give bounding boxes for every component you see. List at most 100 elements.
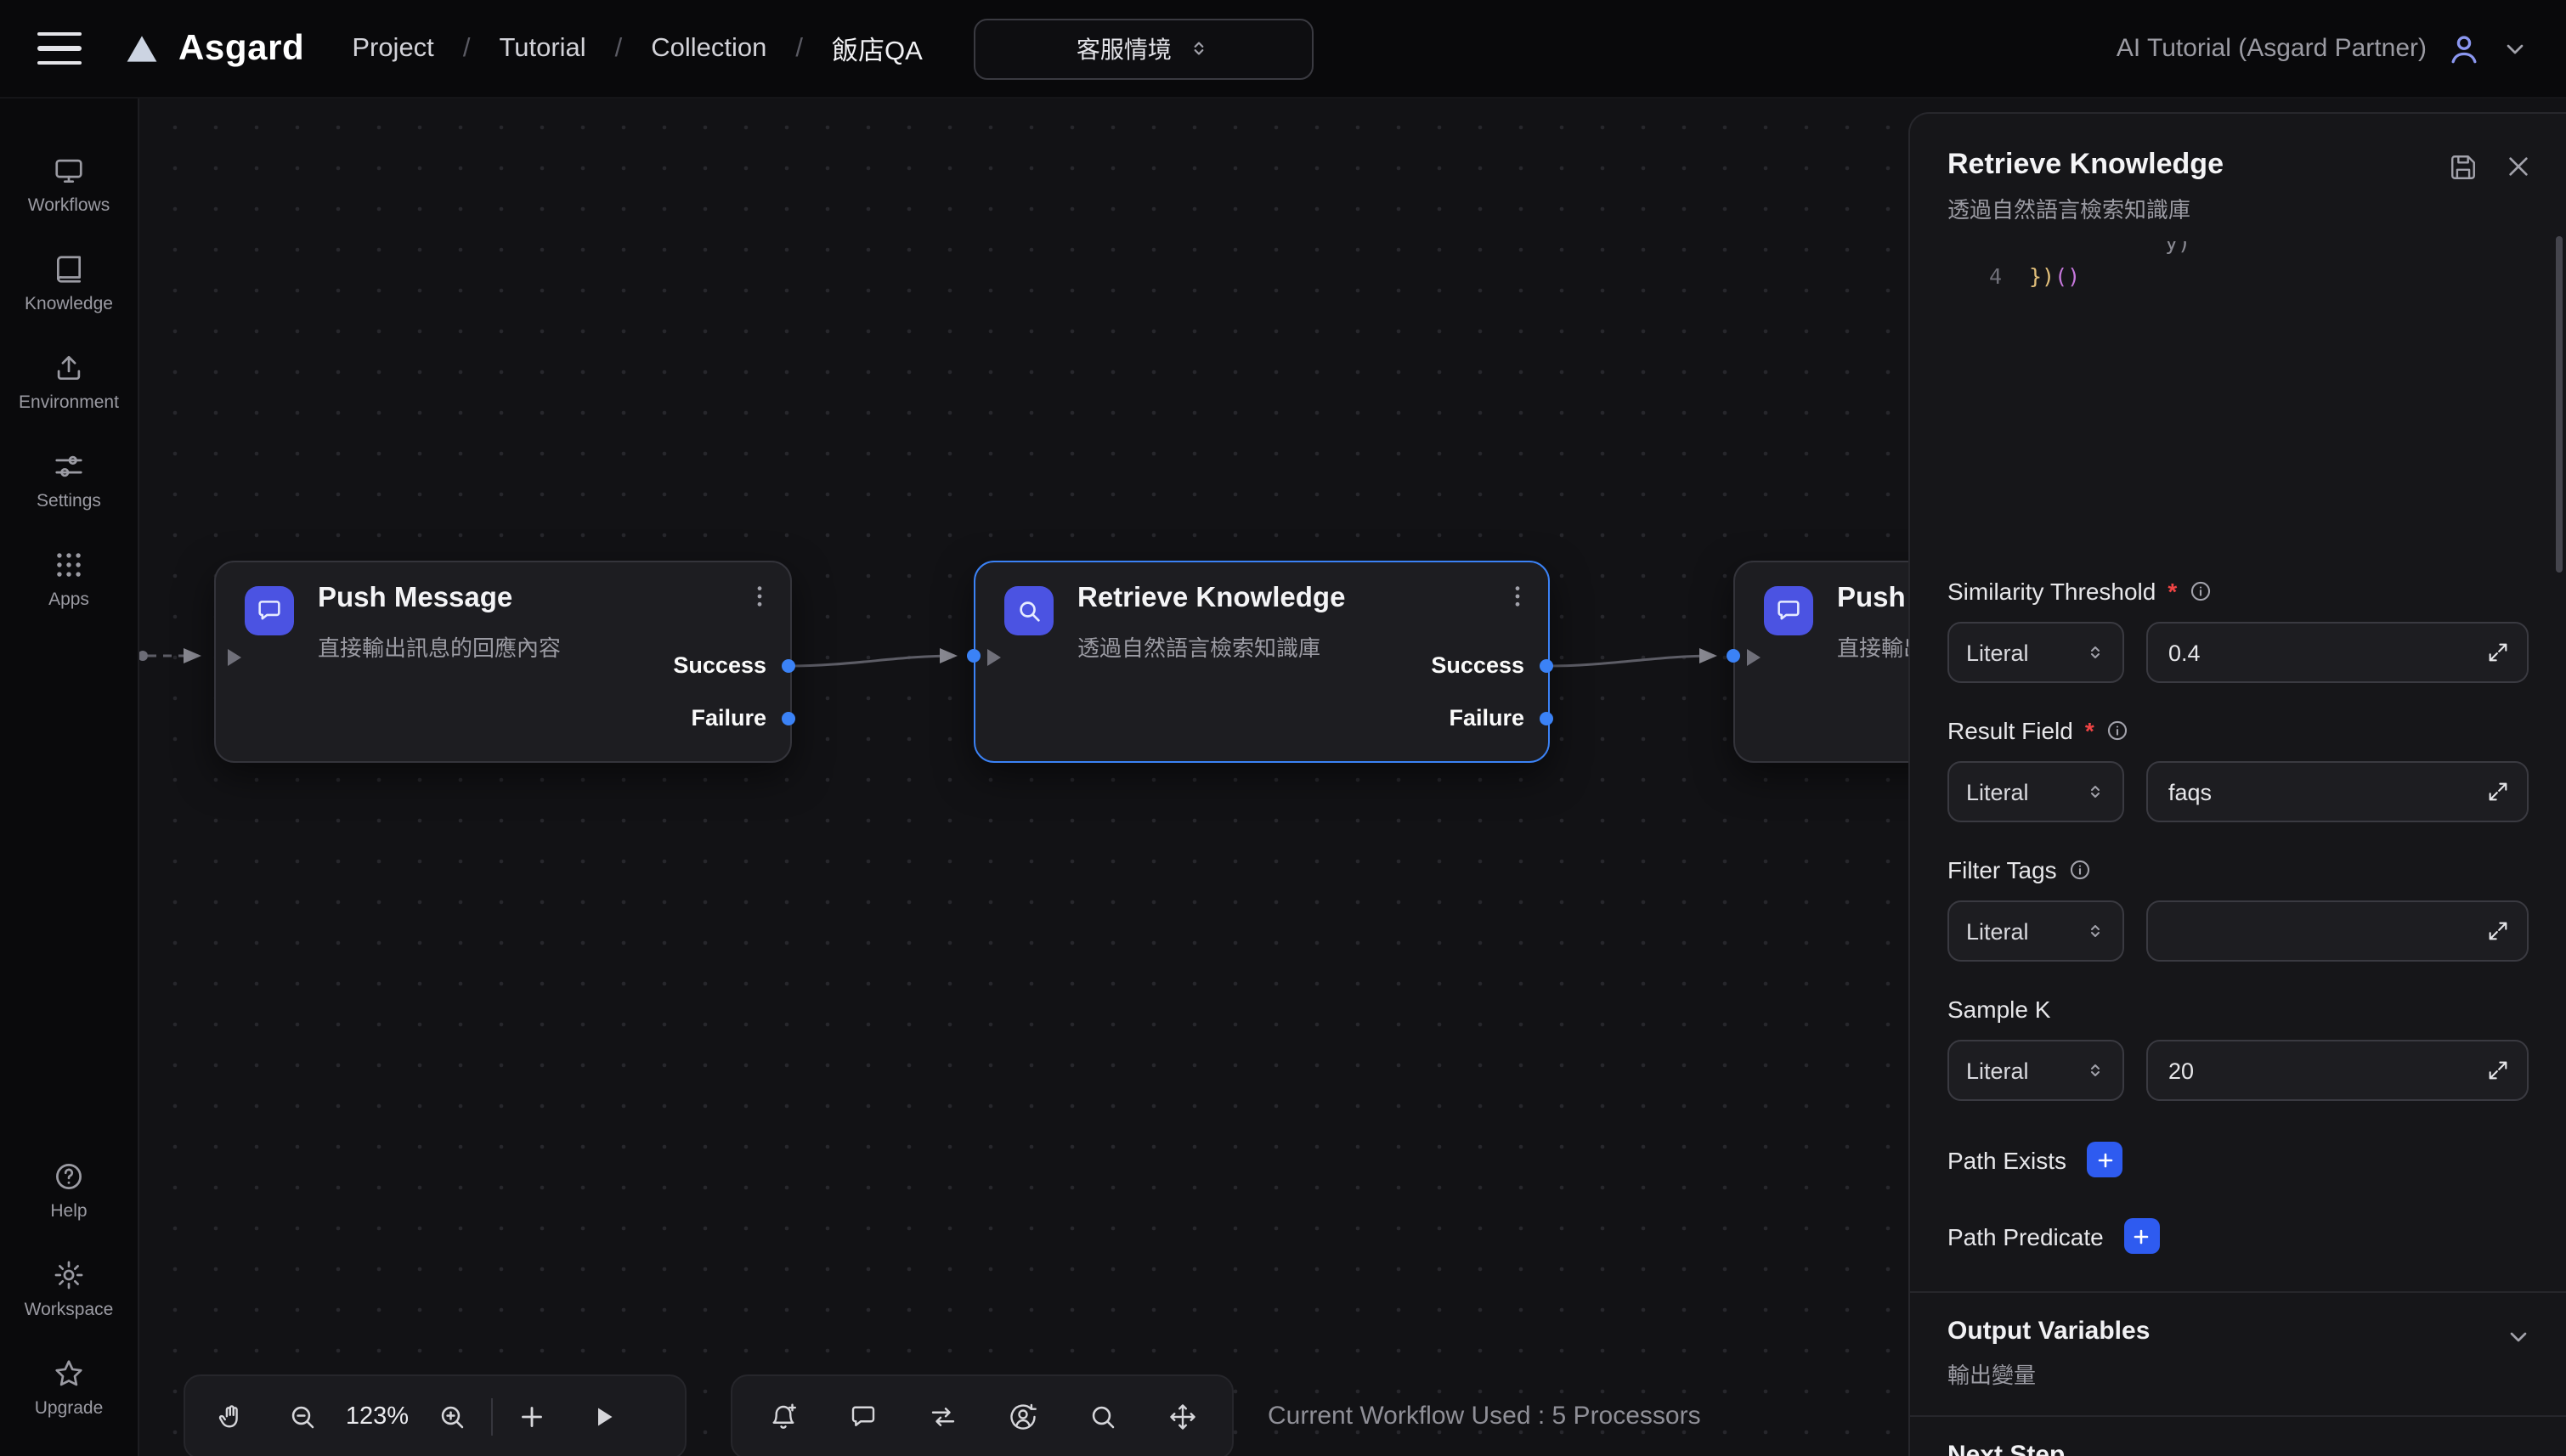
chat-bubble-icon[interactable]: [827, 1376, 898, 1456]
search-icon: [1004, 586, 1054, 635]
sidebar-item-settings[interactable]: Settings: [0, 450, 138, 549]
sidebar-item-help[interactable]: Help: [0, 1160, 138, 1259]
chevron-down-icon[interactable]: [2501, 35, 2529, 62]
breadcrumb-tutorial[interactable]: Tutorial: [499, 33, 585, 64]
menu-icon[interactable]: [37, 31, 82, 65]
run-play-icon[interactable]: [568, 1376, 639, 1456]
sidebar-item-apps[interactable]: Apps: [0, 549, 138, 647]
field-label: Result Field: [1947, 717, 2073, 744]
breadcrumb-separator: /: [463, 33, 471, 64]
breadcrumb-project[interactable]: Project: [352, 33, 434, 64]
info-icon[interactable]: [2106, 719, 2130, 742]
account-label: AI Tutorial (Asgard Partner): [2117, 34, 2427, 63]
breadcrumb-collection[interactable]: Collection: [651, 33, 766, 64]
sidebar-item-label: Settings: [37, 491, 101, 511]
zoom-level[interactable]: 123%: [338, 1403, 416, 1431]
close-icon[interactable]: [2505, 153, 2532, 180]
chevron-down-icon[interactable]: [2505, 1323, 2532, 1351]
expand-icon[interactable]: [2486, 1058, 2510, 1082]
search-icon[interactable]: [1066, 1376, 1138, 1456]
port-success-label: Success: [1431, 652, 1524, 678]
app-logo[interactable]: Asgard: [122, 28, 304, 69]
value-type-select[interactable]: Literal: [1947, 761, 2124, 822]
port-dot-success[interactable]: [1540, 659, 1553, 673]
next-step-section[interactable]: Next Step 新增或選擇下一個節點: [1910, 1417, 2566, 1456]
sidebar-item-label: Environment: [19, 392, 119, 413]
logo-text: Asgard: [178, 28, 304, 69]
add-path-exists-button[interactable]: [2087, 1142, 2122, 1177]
port-dot-input[interactable]: [967, 649, 981, 663]
similarity-threshold-input[interactable]: [2165, 638, 2473, 667]
sidebar-item-environment[interactable]: Environment: [0, 352, 138, 450]
save-icon[interactable]: [2449, 153, 2478, 182]
zoom-in-icon[interactable]: [416, 1376, 488, 1456]
environment-selector[interactable]: 客服情境: [974, 18, 1314, 79]
output-variables-title: Output Variables: [1947, 1317, 2150, 1346]
sidebar-top-group: Workflows Knowledge Environment Settings…: [0, 155, 138, 647]
filter-tags-input[interactable]: [2165, 917, 2473, 945]
node-push-message[interactable]: Push Message 直接輸出訊息的回應內容 Success Failure: [214, 561, 792, 763]
node-properties-panel: Retrieve Knowledge 透過自然語言檢索知識庫 y) 4 })()…: [1908, 112, 2566, 1456]
zoom-out-icon[interactable]: [267, 1376, 338, 1456]
node-title: Push Message: [318, 583, 512, 615]
output-variables-subtitle: 輸出變量: [1947, 1357, 2150, 1390]
sidebar-item-workflows[interactable]: Workflows: [0, 155, 138, 253]
expand-icon[interactable]: [2486, 641, 2510, 664]
settings-sliders-icon: [53, 450, 85, 483]
sidebar: Workflows Knowledge Environment Settings…: [0, 97, 139, 1456]
code-token: (): [2054, 263, 2080, 289]
value-type-select[interactable]: Literal: [1947, 622, 2124, 683]
path-exists-row: Path Exists: [1947, 1142, 2529, 1177]
path-exists-label: Path Exists: [1947, 1146, 2066, 1173]
expand-icon[interactable]: [2486, 919, 2510, 943]
upgrade-star-icon: [53, 1357, 85, 1390]
add-path-predicate-button[interactable]: [2124, 1218, 2160, 1254]
sidebar-item-knowledge[interactable]: Knowledge: [0, 253, 138, 352]
port-dot-input[interactable]: [1727, 649, 1740, 663]
account-area: AI Tutorial (Asgard Partner): [2117, 30, 2529, 67]
actions-toolbar: [731, 1374, 1234, 1456]
expand-icon[interactable]: [2486, 780, 2510, 804]
selector-chevrons-icon: [2085, 1060, 2105, 1081]
info-icon[interactable]: [2069, 858, 2093, 882]
environment-upload-icon: [53, 352, 85, 384]
code-line-number: 4: [1947, 263, 2002, 289]
selector-chevrons-icon: [2085, 921, 2105, 941]
apps-grid-icon: [53, 549, 85, 581]
output-variables-section[interactable]: Output Variables 輸出變量: [1910, 1293, 2566, 1412]
add-node-plus-icon[interactable]: [496, 1376, 568, 1456]
value-type-select[interactable]: Literal: [1947, 900, 2124, 962]
next-step-title: Next Step: [1947, 1441, 2168, 1456]
node-menu-kebab-icon[interactable]: [746, 583, 773, 610]
code-editor[interactable]: y) 4 })(): [1947, 241, 2559, 544]
zoom-toolbar: 123%: [184, 1374, 687, 1456]
required-marker: *: [2085, 717, 2094, 744]
notification-add-icon[interactable]: [747, 1376, 818, 1456]
value-type-label: Literal: [1966, 779, 2029, 804]
panel-title: Retrieve Knowledge: [1947, 148, 2224, 182]
port-failure-label: Failure: [1449, 705, 1524, 731]
logo-triangle-icon: [122, 30, 161, 67]
port-dot-failure[interactable]: [1540, 712, 1553, 725]
value-type-select[interactable]: Literal: [1947, 1040, 2124, 1101]
node-retrieve-knowledge[interactable]: Retrieve Knowledge 透過自然語言檢索知識庫 Success F…: [974, 561, 1550, 763]
workspace-gear-icon: [53, 1259, 85, 1291]
user-sync-icon[interactable]: [986, 1376, 1058, 1456]
code-partial-line: y): [2165, 241, 2190, 255]
node-menu-kebab-icon[interactable]: [1504, 583, 1531, 610]
port-dot-success[interactable]: [782, 659, 795, 673]
sidebar-item-upgrade[interactable]: Upgrade: [0, 1357, 138, 1456]
result-field-input[interactable]: [2165, 777, 2473, 806]
pan-hand-icon[interactable]: [195, 1376, 267, 1456]
panel-scrollbar[interactable]: [2556, 236, 2563, 573]
fit-view-move-icon[interactable]: [1146, 1376, 1218, 1456]
user-icon[interactable]: [2445, 30, 2483, 67]
value-input-box: [2146, 761, 2529, 822]
knowledge-book-icon: [53, 253, 85, 285]
info-icon[interactable]: [2189, 579, 2213, 603]
port-dot-failure[interactable]: [782, 712, 795, 725]
breadcrumb-current[interactable]: 飯店QA: [832, 30, 923, 67]
swap-arrows-icon[interactable]: [907, 1376, 978, 1456]
sidebar-item-workspace[interactable]: Workspace: [0, 1259, 138, 1357]
sample-k-input[interactable]: [2165, 1056, 2473, 1085]
